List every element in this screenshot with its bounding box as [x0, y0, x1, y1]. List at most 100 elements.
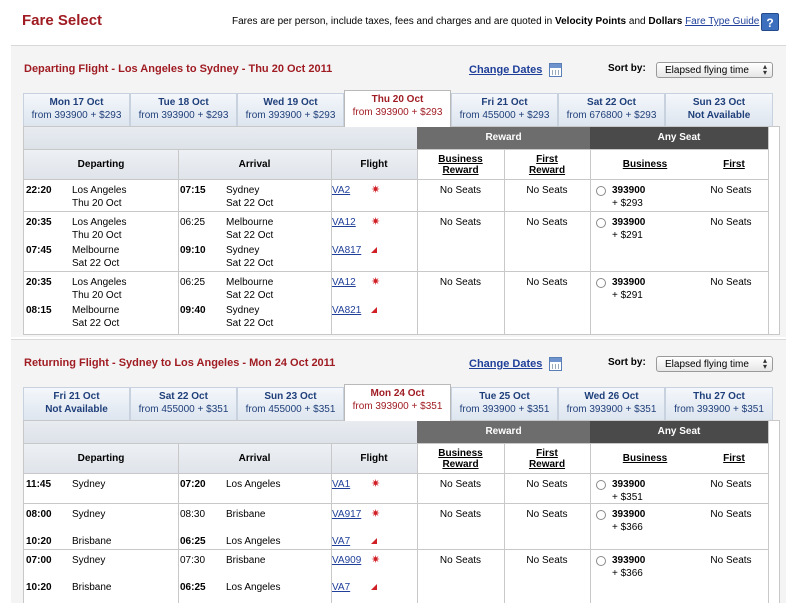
- tab-date: Thu 20 Oct: [371, 94, 424, 105]
- flight-row: 22:20 Los Angeles Thu 20 Oct 07:15 Sydney Sat…: [24, 179, 768, 211]
- column-header-row: Departing Arrival Flight Business Reward Firs…: [24, 443, 768, 474]
- column-divider: [331, 149, 332, 334]
- connection-triangle-icon: [371, 584, 377, 590]
- departure-city: Sydney: [72, 509, 106, 520]
- flight-number-link[interactable]: VA7: [332, 535, 350, 548]
- arrival-city: Los Angeles: [226, 536, 281, 547]
- date-tab[interactable]: Fri 21 Oct from 455000 + $293: [451, 93, 558, 126]
- date-tab[interactable]: Sun 23 Oct Not Available: [665, 93, 773, 126]
- column-divider: [768, 421, 769, 603]
- col-departing: Departing: [77, 453, 125, 464]
- business-reward-cell: No Seats: [439, 185, 482, 196]
- col-business[interactable]: Business: [590, 150, 700, 180]
- date-tab[interactable]: Sun 23 Oct from 455000 + $351: [237, 387, 344, 420]
- date-tab[interactable]: Tue 25 Oct from 393900 + $351: [451, 387, 558, 420]
- departure-time: 08:00: [26, 509, 52, 520]
- flight-number-link[interactable]: VA917: [332, 508, 361, 521]
- header-band: [24, 127, 417, 149]
- departing-date-tabs: Mon 17 Oct from 393900 + $293 Tue 18 Oct fr…: [23, 90, 773, 127]
- business-reward-cell: No Seats: [439, 555, 482, 566]
- departure-time: 10:20: [26, 582, 52, 593]
- fare-radio-button[interactable]: [596, 480, 606, 490]
- fare-radio-button[interactable]: [596, 556, 606, 566]
- arrival-time: 07:20: [180, 479, 206, 490]
- returning-section: Returning Flight - Sydney to Los Angeles…: [11, 339, 786, 603]
- tab-price: from 676800 + $293: [566, 110, 657, 121]
- tab-price: from 393900 + $351: [566, 404, 657, 415]
- departure-date: Thu 20 Oct: [72, 290, 122, 301]
- sort-label: Sort by:: [608, 357, 646, 368]
- date-tab[interactable]: Mon 17 Oct from 393900 + $293: [23, 93, 130, 126]
- change-dates-link[interactable]: Change Dates: [469, 358, 542, 370]
- first-reward-cell: No Seats: [526, 479, 568, 490]
- date-tab[interactable]: Mon 24 Oct from 393900 + $351: [344, 384, 451, 421]
- flight-row: 20:35 Los Angeles Thu 20 Oct 06:25 Melbourne…: [24, 271, 768, 331]
- flight-number-link[interactable]: VA7: [332, 581, 350, 594]
- date-tab[interactable]: Wed 26 Oct from 393900 + $351: [558, 387, 665, 420]
- tab-date: Fri 21 Oct: [481, 97, 528, 108]
- departure-date: Sat 22 Oct: [72, 258, 120, 269]
- tab-date: Sat 22 Oct: [587, 97, 636, 108]
- page-title: Fare Select: [22, 12, 103, 29]
- col-first-reward-l1: First: [536, 448, 558, 459]
- departing-title: Departing Flight - Los Angeles to Sydney…: [24, 63, 333, 75]
- fare-radio-button[interactable]: [596, 510, 606, 520]
- date-tab[interactable]: Thu 27 Oct from 393900 + $351: [665, 387, 773, 420]
- fare-radio-button[interactable]: [596, 186, 606, 196]
- sort-select[interactable]: Elapsed flying time ▴ ▾: [656, 62, 773, 78]
- returning-date-tabs: Fri 21 Oct Not Available Sat 22 Oct from 45…: [23, 384, 773, 421]
- calendar-icon[interactable]: [549, 357, 562, 371]
- flight-number-link[interactable]: VA821: [332, 304, 361, 317]
- col-first[interactable]: First: [700, 150, 768, 180]
- col-first-reward[interactable]: First Reward: [504, 150, 590, 180]
- arrival-time: 06:25: [180, 582, 206, 593]
- flight-number-link[interactable]: VA2: [332, 184, 350, 197]
- arrival-time: 06:25: [180, 217, 206, 228]
- arrival-date: Sat 22 Oct: [226, 290, 274, 301]
- departing-section: Departing Flight - Los Angeles to Sydney…: [11, 45, 786, 337]
- arrival-date: Sat 22 Oct: [226, 318, 274, 329]
- arrival-city: Sydney: [226, 185, 260, 196]
- col-business[interactable]: Business: [590, 444, 700, 474]
- flight-number-link[interactable]: VA12: [332, 276, 356, 289]
- departure-city: Melbourne: [72, 245, 120, 256]
- flight-number-link[interactable]: VA817: [332, 244, 361, 257]
- fare-radio-button[interactable]: [596, 278, 606, 288]
- column-divider: [504, 149, 505, 334]
- calendar-icon[interactable]: [549, 63, 562, 77]
- col-first-reward[interactable]: First Reward: [504, 444, 590, 474]
- reward-header: Reward: [417, 421, 590, 443]
- virgin-star-icon: ✷: [371, 216, 381, 228]
- fare-select-header: Fare Select Fares are per person, includ…: [0, 0, 786, 42]
- col-business-reward[interactable]: Business Reward: [417, 444, 504, 474]
- fare-dollars: + $293: [612, 198, 643, 209]
- fare-points: 393900: [612, 555, 646, 566]
- change-dates-link[interactable]: Change Dates: [469, 64, 542, 76]
- flight-number-link[interactable]: VA909: [332, 554, 361, 567]
- date-tab[interactable]: Fri 21 Oct Not Available: [23, 387, 130, 420]
- tab-date: Wed 26 Oct: [584, 391, 639, 402]
- date-tab[interactable]: Tue 18 Oct from 393900 + $293: [130, 93, 237, 126]
- departing-fare-table: Reward Any Seat Departing Arrival Flight Busi…: [23, 126, 780, 335]
- any-seat-header: Any Seat: [590, 421, 768, 443]
- help-icon[interactable]: ?: [761, 13, 779, 31]
- departure-city: Los Angeles: [72, 185, 127, 196]
- connection-triangle-icon: [371, 307, 377, 313]
- select-arrows-icon: ▴ ▾: [762, 62, 767, 77]
- col-first[interactable]: First: [700, 444, 768, 474]
- col-business-reward[interactable]: Business Reward: [417, 150, 504, 180]
- fare-points: 393900: [612, 479, 646, 490]
- date-tab[interactable]: Wed 19 Oct from 393900 + $293: [237, 93, 344, 126]
- fare-type-guide-link[interactable]: Fare Type Guide: [685, 16, 759, 27]
- departure-city: Sydney: [72, 479, 106, 490]
- flight-number-link[interactable]: VA1: [332, 478, 350, 491]
- sort-select[interactable]: Elapsed flying time ▴ ▾: [656, 356, 773, 372]
- date-tab[interactable]: Sat 22 Oct from 676800 + $293: [558, 93, 665, 126]
- date-tab[interactable]: Thu 20 Oct from 393900 + $293: [344, 90, 451, 127]
- flight-number-link[interactable]: VA12: [332, 216, 356, 229]
- tab-price: from 393900 + $351: [352, 401, 443, 412]
- date-tab[interactable]: Sat 22 Oct from 455000 + $351: [130, 387, 237, 420]
- column-divider: [178, 149, 179, 334]
- fare-radio-button[interactable]: [596, 218, 606, 228]
- tab-date: Wed 19 Oct: [263, 97, 318, 108]
